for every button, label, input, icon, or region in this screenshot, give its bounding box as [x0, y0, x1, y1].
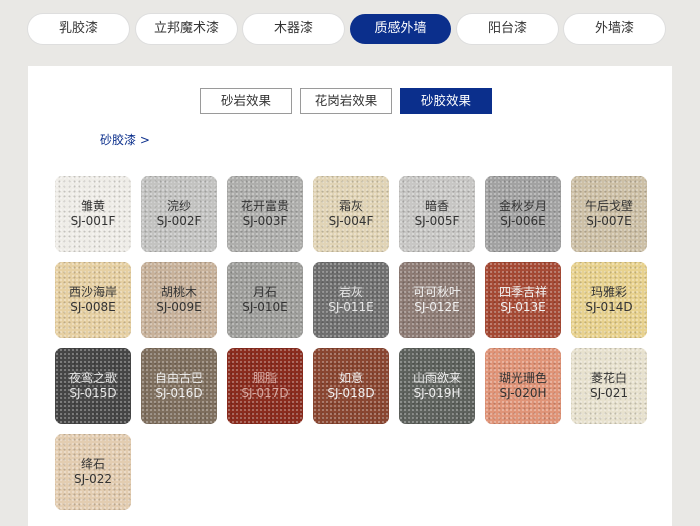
swatch-name: 绛石 [80, 457, 105, 471]
category-tab[interactable]: 立邦魔术漆 [136, 14, 237, 44]
color-swatch[interactable]: 山雨欲来 SJ-019H [399, 348, 475, 424]
swatch-code: SJ-005F [414, 214, 460, 228]
swatch-name: 玛雅彩 [590, 285, 627, 299]
swatch-code: SJ-015D [69, 386, 117, 400]
color-swatch[interactable]: 可可秋叶 SJ-012E [399, 262, 475, 338]
swatch-name: 月石 [252, 285, 277, 299]
swatch-name: 如意 [338, 371, 363, 385]
swatch-code: SJ-004F [328, 214, 374, 228]
swatch-name: 花开富贵 [240, 199, 289, 213]
swatch-code: SJ-002F [156, 214, 202, 228]
swatch-code: SJ-012E [414, 300, 460, 314]
color-swatch[interactable]: 瑚光珊色 SJ-020H [485, 348, 561, 424]
swatch-code: SJ-011E [328, 300, 374, 314]
swatch-code: SJ-017D [241, 386, 289, 400]
swatch-name: 胡桃木 [160, 285, 197, 299]
color-swatch[interactable]: 暗香 SJ-005F [399, 176, 475, 252]
swatch-name: 岩灰 [338, 285, 363, 299]
swatch-name: 可可秋叶 [412, 285, 461, 299]
swatch-code: SJ-010E [242, 300, 288, 314]
color-swatch[interactable]: 绛石 SJ-022 [55, 434, 131, 510]
color-swatch[interactable]: 玛雅彩 SJ-014D [571, 262, 647, 338]
category-tab[interactable]: 木器漆 [243, 14, 344, 44]
swatch-name: 暗香 [424, 199, 449, 213]
swatch-name: 瑚光珊色 [498, 371, 547, 385]
swatch-name: 胭脂 [252, 371, 277, 385]
swatch-name: 菱花白 [590, 371, 627, 385]
swatch-code: SJ-013E [500, 300, 546, 314]
color-swatch[interactable]: 月石 SJ-010E [227, 262, 303, 338]
effect-tab[interactable]: 花岗岩效果 [300, 88, 392, 114]
swatch-code: SJ-020H [499, 386, 547, 400]
swatch-code: SJ-016D [155, 386, 203, 400]
swatch-name: 雏黄 [80, 199, 105, 213]
color-swatch[interactable]: 如意 SJ-018D [313, 348, 389, 424]
breadcrumb[interactable]: 砂胶漆 > [100, 131, 150, 148]
swatch-name: 夜鸾之歌 [68, 371, 117, 385]
swatch-code: SJ-009E [156, 300, 202, 314]
color-swatch[interactable]: 午后戈壁 SJ-007E [571, 176, 647, 252]
color-swatch[interactable]: 菱花白 SJ-021 [571, 348, 647, 424]
category-tab[interactable]: 外墙漆 [564, 14, 665, 44]
swatch-code: SJ-014D [585, 300, 633, 314]
category-tabs: 乳胶漆 立邦魔术漆 木器漆 质感外墙 阳台漆 外墙漆 [28, 14, 671, 46]
color-swatch[interactable]: 胭脂 SJ-017D [227, 348, 303, 424]
swatch-name: 自由古巴 [154, 371, 203, 385]
color-swatch[interactable]: 花开富贵 SJ-003F [227, 176, 303, 252]
swatch-name: 午后戈壁 [584, 199, 633, 213]
swatch-code: SJ-022 [74, 472, 112, 486]
swatch-code: SJ-006E [500, 214, 546, 228]
color-swatch[interactable]: 夜鸾之歌 SJ-015D [55, 348, 131, 424]
category-tab[interactable]: 阳台漆 [457, 14, 558, 44]
category-tab[interactable]: 质感外墙 [350, 14, 451, 44]
content-panel: 砂岩效果 花岗岩效果 砂胶效果 砂胶漆 > 雏黄 SJ-001F 浣纱 SJ-002F 花开… [28, 66, 672, 526]
color-swatch[interactable]: 浣纱 SJ-002F [141, 176, 217, 252]
swatch-name: 霜灰 [338, 199, 363, 213]
swatch-name: 四季吉祥 [498, 285, 547, 299]
effect-tab[interactable]: 砂岩效果 [200, 88, 292, 114]
swatch-name: 山雨欲来 [412, 371, 461, 385]
swatch-code: SJ-003F [242, 214, 288, 228]
color-swatch[interactable]: 西沙海岸 SJ-008E [55, 262, 131, 338]
swatch-code: SJ-001F [70, 214, 116, 228]
color-swatch[interactable]: 胡桃木 SJ-009E [141, 262, 217, 338]
color-swatch[interactable]: 岩灰 SJ-011E [313, 262, 389, 338]
color-swatch[interactable]: 金秋岁月 SJ-006E [485, 176, 561, 252]
swatch-code: SJ-008E [70, 300, 116, 314]
swatch-code: SJ-021 [590, 386, 628, 400]
swatch-name: 浣纱 [166, 199, 191, 213]
effect-tab[interactable]: 砂胶效果 [400, 88, 492, 114]
color-swatch[interactable]: 四季吉祥 SJ-013E [485, 262, 561, 338]
swatch-code: SJ-018D [327, 386, 375, 400]
category-tab[interactable]: 乳胶漆 [28, 14, 129, 44]
swatch-name: 西沙海岸 [68, 285, 117, 299]
color-swatch[interactable]: 自由古巴 SJ-016D [141, 348, 217, 424]
color-swatch[interactable]: 霜灰 SJ-004F [313, 176, 389, 252]
swatch-name: 金秋岁月 [498, 199, 547, 213]
swatch-code: SJ-007E [586, 214, 632, 228]
swatch-code: SJ-019H [413, 386, 461, 400]
color-swatch[interactable]: 雏黄 SJ-001F [55, 176, 131, 252]
